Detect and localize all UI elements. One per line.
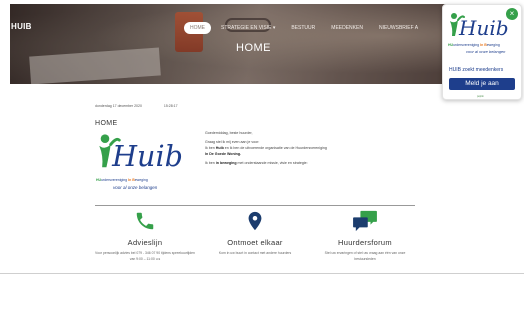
phone-icon (136, 212, 154, 230)
feature-huurdersforum[interactable]: Huurdersforum Stel uw ervaringen of stel… (315, 210, 415, 262)
popup-logo-subtitle: HUurdersvereniging In Beweging (448, 43, 500, 47)
feature-advieslijn[interactable]: Advieslijn Voor persoonlijk advies bel 0… (95, 210, 195, 262)
hero-overlay (10, 4, 450, 84)
chat-bubbles-icon (353, 210, 377, 232)
nav-meedenken[interactable]: MEEDENKEN (325, 22, 369, 34)
logo-wordmark: Huib (111, 139, 183, 173)
logo-figure-body (450, 20, 458, 36)
huib-logo: Huib (450, 13, 509, 40)
page-title: HOME (236, 42, 271, 54)
logo-figure-head (100, 134, 110, 143)
mission-line: Ik ben in beweging met onderstaande miss… (205, 161, 308, 165)
viewport-cutoff-line (0, 273, 524, 274)
powered-by[interactable]: poptin (477, 95, 484, 98)
intro-paragraph: Graag stel ik mij even aan je voor: Ik b… (205, 140, 327, 156)
feature-title: Ontmoet elkaar (227, 238, 283, 247)
hero-banner (10, 4, 450, 84)
signup-button[interactable]: Meld je aan (449, 78, 515, 90)
logo-tagline: voor al onze belangen (113, 185, 158, 190)
huib-main-logo: Huib (99, 134, 183, 173)
site-brand[interactable]: HUIB (11, 22, 32, 31)
section-divider (95, 205, 415, 206)
date-bar: donderdag 17 december 2020 15:28:17 (95, 104, 178, 108)
feature-text: Kom in uw buurt in contact met andere hu… (218, 251, 292, 255)
feature-title: Advieslijn (127, 238, 163, 247)
feature-text: Voor persoonlijk advies bel 079 - 346 07… (95, 251, 195, 261)
nav-home[interactable]: HOME (184, 22, 211, 34)
feature-ontmoet-elkaar[interactable]: Ontmoet elkaar Kom in uw buurt in contac… (205, 210, 305, 257)
feature-title: Huurdersforum (338, 238, 392, 247)
popup-message: HUIB zoekt meedenkers (449, 67, 504, 73)
popup-tagline: voor al onze belangen (466, 49, 506, 54)
greeting: Goedemiddag, beste huurder, (205, 131, 253, 135)
logo-subtitle: HUurdersvereniging In Beweging (96, 178, 148, 182)
logo-figure-body (99, 144, 111, 168)
current-date: donderdag 17 december 2020 (95, 104, 142, 108)
feature-text: Stel uw ervaringen of stel uw vraag aan … (324, 251, 406, 261)
signup-popup: × Huib HUurdersvereniging In Beweging vo… (442, 4, 522, 100)
nav-nieuwsbrief[interactable]: NIEUWSBRIEF A (373, 22, 424, 34)
current-time: 15:28:17 (163, 104, 178, 108)
content-heading: HOME (95, 120, 118, 127)
logo-wordmark: Huib (458, 16, 509, 40)
main-nav: HOME STRATEGIE EN VISIE ▾ BESTUUR MEEDEN… (184, 22, 424, 34)
page: { "header": { "brand": "HUIB", "nav": [ … (0, 0, 524, 318)
logo-figure-head (451, 13, 457, 19)
nav-bestuur[interactable]: BESTUUR (285, 22, 321, 34)
intro-text: Goedemiddag, beste huurder, Graag stel i… (205, 130, 405, 169)
nav-strategie[interactable]: STRATEGIE EN VISIE ▾ (215, 22, 281, 34)
location-pin-icon (248, 211, 262, 231)
